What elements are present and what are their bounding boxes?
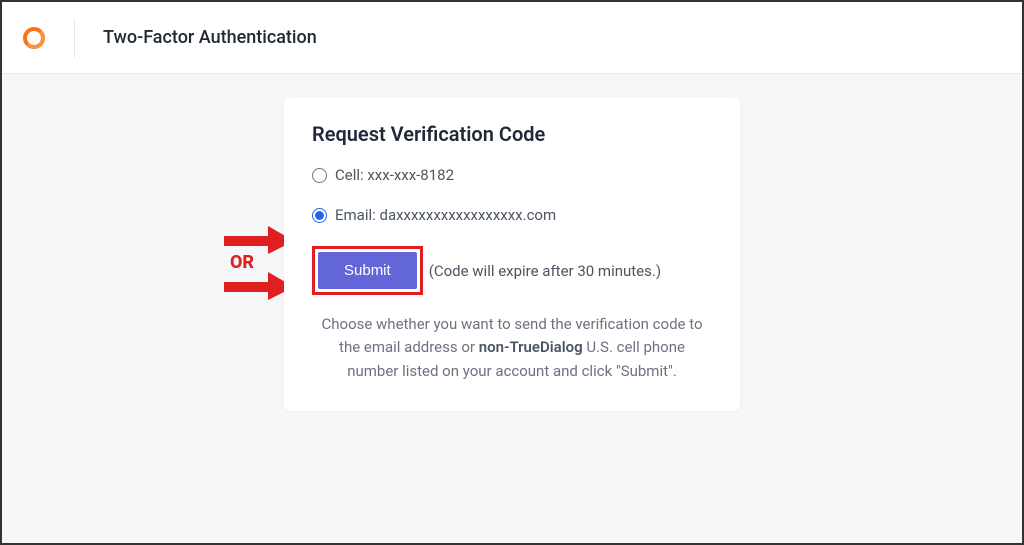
header: Two-Factor Authentication: [2, 2, 1022, 74]
radio-cell-label[interactable]: Cell: xxx-xxx-8182: [335, 166, 454, 184]
main-content: OR Request Verification Code Cell: xxx-x…: [2, 74, 1022, 411]
radio-email-label[interactable]: Email: daxxxxxxxxxxxxxxxxx.com: [335, 206, 556, 224]
submit-row: Submit (Code will expire after 30 minute…: [312, 246, 712, 295]
helper-text-bold: non-TrueDialog: [479, 338, 583, 356]
header-divider: [74, 18, 75, 58]
radio-email-input[interactable]: [312, 208, 327, 223]
radio-cell-input[interactable]: [312, 168, 327, 183]
expire-text: (Code will expire after 30 minutes.): [429, 262, 661, 280]
annotation-or-label: OR: [230, 252, 254, 273]
helper-text: Choose whether you want to send the veri…: [312, 313, 712, 383]
page-title: Two-Factor Authentication: [103, 27, 317, 48]
radio-option-email[interactable]: Email: daxxxxxxxxxxxxxxxxx.com: [312, 206, 712, 224]
submit-button[interactable]: Submit: [318, 252, 417, 289]
radio-option-cell[interactable]: Cell: xxx-xxx-8182: [312, 166, 712, 184]
submit-highlight-annotation: Submit: [312, 246, 423, 295]
verification-method-group: Cell: xxx-xxx-8182 Email: daxxxxxxxxxxxx…: [312, 166, 712, 224]
brand-logo-icon: [22, 26, 46, 50]
verification-card: Request Verification Code Cell: xxx-xxx-…: [284, 98, 740, 411]
card-title: Request Verification Code: [312, 122, 712, 146]
